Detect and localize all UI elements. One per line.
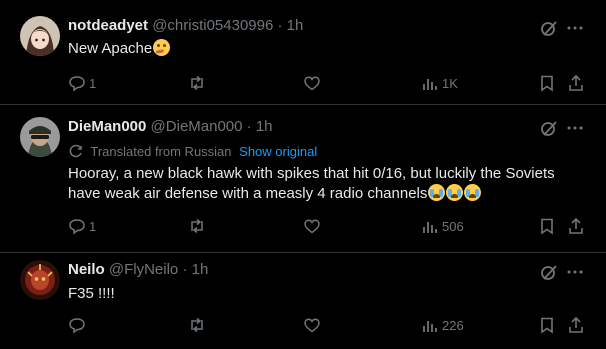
post-header: Neilo @FlyNeilo · 1h xyxy=(68,261,208,278)
timestamp[interactable]: · 1h xyxy=(182,261,208,278)
analytics-icon xyxy=(423,321,437,332)
timestamp[interactable]: · 1h xyxy=(278,17,304,34)
post-actions: 1 506 xyxy=(0,216,606,236)
like-button[interactable] xyxy=(303,216,321,236)
post-item[interactable]: Neilo @FlyNeilo · 1h F35 !!!! 226 xyxy=(0,253,606,349)
post-item[interactable]: DieMan000 @DieMan000 · 1h Translated fro… xyxy=(0,105,606,253)
more-options-icon[interactable] xyxy=(566,263,584,281)
post-actions: 226 xyxy=(0,315,606,335)
post-text: F35 !!!! xyxy=(68,284,568,304)
grok-icon[interactable] xyxy=(540,263,558,281)
post-text-content: F35 !!!! xyxy=(68,285,115,302)
share-icon xyxy=(569,316,583,333)
display-name[interactable]: Neilo xyxy=(68,261,105,278)
reply-icon xyxy=(69,318,85,334)
translated-label: Translated from Russian xyxy=(90,144,232,159)
user-handle[interactable]: @christi05430996 xyxy=(152,17,273,34)
bookmark-icon xyxy=(541,218,553,235)
more-options-icon[interactable] xyxy=(566,19,584,37)
loudly-crying-face-emoji-icon xyxy=(464,184,482,201)
share-icon xyxy=(569,74,583,91)
view-count: 226 xyxy=(442,317,464,333)
bookmark-button[interactable] xyxy=(538,315,556,335)
reply-button[interactable] xyxy=(68,315,89,335)
analytics-icon xyxy=(423,222,437,233)
timestamp[interactable]: · 1h xyxy=(247,118,273,135)
reply-button[interactable]: 1 xyxy=(68,216,96,236)
share-button[interactable] xyxy=(567,315,585,335)
user-handle[interactable]: @FlyNeilo xyxy=(109,261,178,278)
views-button[interactable]: 1K xyxy=(421,73,458,93)
reply-icon xyxy=(69,76,85,92)
user-handle[interactable]: @DieMan000 xyxy=(151,118,243,135)
translation-notice: Translated from Russian Show original xyxy=(68,143,317,159)
view-count: 506 xyxy=(442,218,464,234)
bookmark-button[interactable] xyxy=(538,73,556,93)
share-icon xyxy=(569,217,583,234)
heart-icon xyxy=(304,219,320,234)
post-text: Hooray, a new black hawk with spikes tha… xyxy=(68,164,588,204)
reply-button[interactable]: 1 xyxy=(68,73,96,93)
share-button[interactable] xyxy=(567,73,585,93)
post-text-content: New Apache xyxy=(68,40,153,57)
repost-button[interactable] xyxy=(188,315,206,335)
views-button[interactable]: 506 xyxy=(421,216,464,236)
post-item[interactable]: notdeadyet @christi05430996 · 1h New Apa… xyxy=(0,0,606,105)
avatar[interactable] xyxy=(20,16,60,56)
views-button[interactable]: 226 xyxy=(421,315,464,335)
analytics-icon xyxy=(423,79,437,90)
thinking-face-emoji-icon xyxy=(153,39,171,56)
post-text-content: Hooray, a new black hawk with spikes tha… xyxy=(68,165,555,202)
repost-button[interactable] xyxy=(188,216,206,236)
heart-icon xyxy=(304,76,320,91)
loudly-crying-face-emoji-icon xyxy=(428,184,446,201)
reply-count: 1 xyxy=(89,75,97,91)
grok-icon[interactable] xyxy=(540,19,558,37)
reply-count: 1 xyxy=(89,218,97,234)
like-button[interactable] xyxy=(303,315,321,335)
reply-icon xyxy=(69,219,85,235)
view-count: 1K xyxy=(442,75,458,91)
post-text: New Apache xyxy=(68,39,568,59)
bookmark-button[interactable] xyxy=(538,216,556,236)
share-button[interactable] xyxy=(567,216,585,236)
heart-icon xyxy=(304,318,320,333)
repost-icon xyxy=(191,218,203,234)
like-button[interactable] xyxy=(303,73,321,93)
show-original-link[interactable]: Show original xyxy=(239,144,317,159)
repost-button[interactable] xyxy=(188,73,206,93)
post-actions: 1 1K xyxy=(0,73,606,93)
more-options-icon[interactable] xyxy=(566,119,584,137)
grok-icon[interactable] xyxy=(540,119,558,137)
post-header: DieMan000 @DieMan000 · 1h xyxy=(68,118,273,135)
display-name[interactable]: DieMan000 xyxy=(68,118,146,135)
bookmark-icon xyxy=(541,75,553,92)
avatar[interactable] xyxy=(20,117,60,157)
repost-icon xyxy=(191,75,203,91)
bookmark-icon xyxy=(541,317,553,334)
avatar[interactable] xyxy=(20,260,60,300)
post-header: notdeadyet @christi05430996 · 1h xyxy=(68,17,303,34)
repost-icon xyxy=(191,317,203,333)
display-name[interactable]: notdeadyet xyxy=(68,17,148,34)
loudly-crying-face-emoji-icon xyxy=(446,184,464,201)
translate-icon xyxy=(69,144,82,158)
